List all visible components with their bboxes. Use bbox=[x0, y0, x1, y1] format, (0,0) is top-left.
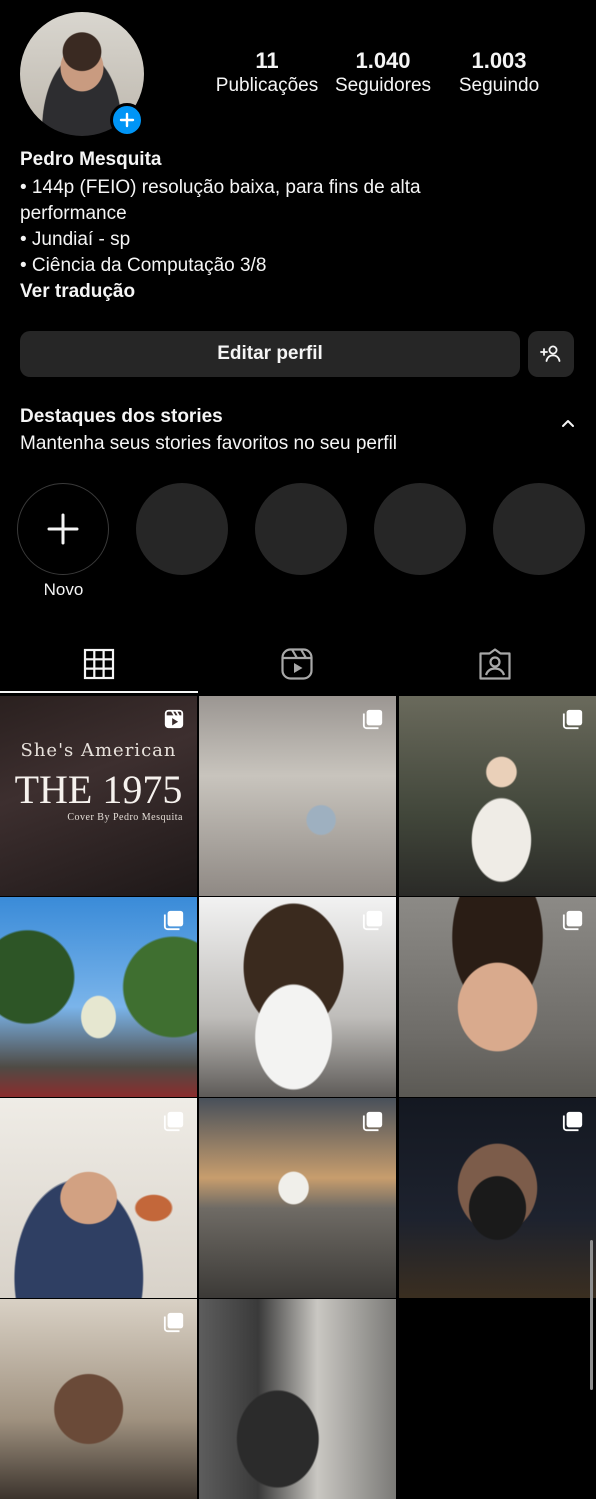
bio-line: • Jundiaí - sp bbox=[20, 229, 131, 250]
post-thumbnail[interactable] bbox=[199, 897, 396, 1097]
post-thumbnail[interactable] bbox=[0, 1299, 197, 1499]
stat-followers[interactable]: 1.040 Seguidores bbox=[326, 48, 440, 98]
grid-icon bbox=[83, 648, 115, 679]
carousel-icon bbox=[163, 910, 184, 931]
stat-posts-value: 11 bbox=[255, 48, 279, 73]
add-person-icon bbox=[540, 345, 561, 362]
post-thumbnail[interactable] bbox=[0, 897, 197, 1097]
reel-cover-credit: Cover By Pedro Mesquita bbox=[67, 812, 183, 823]
new-highlight-label: Novo bbox=[43, 580, 84, 599]
carousel-icon bbox=[362, 709, 383, 730]
edit-profile-button[interactable]: Editar perfil bbox=[20, 331, 520, 377]
scrollbar[interactable] bbox=[590, 1240, 593, 1390]
tagged-icon bbox=[479, 648, 511, 680]
post-thumbnail[interactable] bbox=[399, 696, 596, 896]
reels-icon bbox=[281, 648, 313, 680]
post-thumbnail-reel[interactable]: She's American THE 1975 Cover By Pedro M… bbox=[0, 696, 197, 896]
see-translation-link[interactable]: Ver tradução bbox=[20, 281, 135, 303]
post-thumbnail[interactable] bbox=[0, 1098, 197, 1298]
carousel-icon bbox=[163, 1111, 184, 1132]
carousel-icon bbox=[362, 910, 383, 931]
post-thumbnail[interactable] bbox=[199, 1098, 396, 1298]
stat-posts-label: Publicações bbox=[215, 75, 319, 96]
post-thumbnail[interactable] bbox=[399, 897, 596, 1097]
reel-cover-title: THE 1975 bbox=[14, 767, 183, 812]
highlights-subtitle: Mantenha seus stories favoritos no seu p… bbox=[20, 433, 398, 454]
post-thumbnail[interactable] bbox=[199, 696, 396, 896]
reels-icon bbox=[164, 709, 184, 729]
bio-line: • Ciência da Computação 3/8 bbox=[20, 255, 267, 276]
tab-tagged[interactable] bbox=[396, 636, 594, 692]
highlight-placeholder bbox=[255, 483, 347, 575]
bio-line: performance bbox=[20, 203, 127, 224]
discover-people-button[interactable] bbox=[528, 331, 574, 377]
plus-icon bbox=[119, 112, 135, 128]
stat-followers-label: Seguidores bbox=[334, 75, 432, 96]
carousel-icon bbox=[562, 1111, 583, 1132]
tab-posts-grid[interactable] bbox=[0, 636, 198, 693]
tab-reels[interactable] bbox=[198, 636, 396, 692]
plus-icon bbox=[47, 513, 79, 545]
add-story-button[interactable] bbox=[110, 103, 144, 137]
highlights-title: Destaques dos stories bbox=[20, 406, 223, 427]
highlight-placeholder bbox=[136, 483, 228, 575]
carousel-icon bbox=[163, 1312, 184, 1333]
new-highlight-button[interactable] bbox=[17, 483, 109, 575]
highlight-placeholder bbox=[374, 483, 466, 575]
carousel-icon bbox=[362, 1111, 383, 1132]
stat-following-label: Seguindo bbox=[458, 75, 540, 96]
reel-cover-text: She's American bbox=[20, 740, 177, 761]
carousel-icon bbox=[562, 709, 583, 730]
stat-following[interactable]: 1.003 Seguindo bbox=[442, 48, 556, 98]
post-thumbnail[interactable] bbox=[199, 1299, 396, 1499]
profile-name: Pedro Mesquita bbox=[20, 149, 162, 170]
bio-line: • 144p (FEIO) resolução baixa, para fins… bbox=[20, 177, 421, 198]
stat-posts[interactable]: 11 Publicações bbox=[210, 48, 324, 98]
post-thumbnail[interactable] bbox=[399, 1098, 596, 1298]
stat-followers-value: 1.040 bbox=[355, 48, 411, 73]
carousel-icon bbox=[562, 910, 583, 931]
posts-grid: She's American THE 1975 Cover By Pedro M… bbox=[0, 696, 596, 1499]
highlight-placeholder bbox=[493, 483, 585, 575]
chevron-up-icon[interactable] bbox=[556, 412, 580, 436]
stat-following-value: 1.003 bbox=[471, 48, 527, 73]
